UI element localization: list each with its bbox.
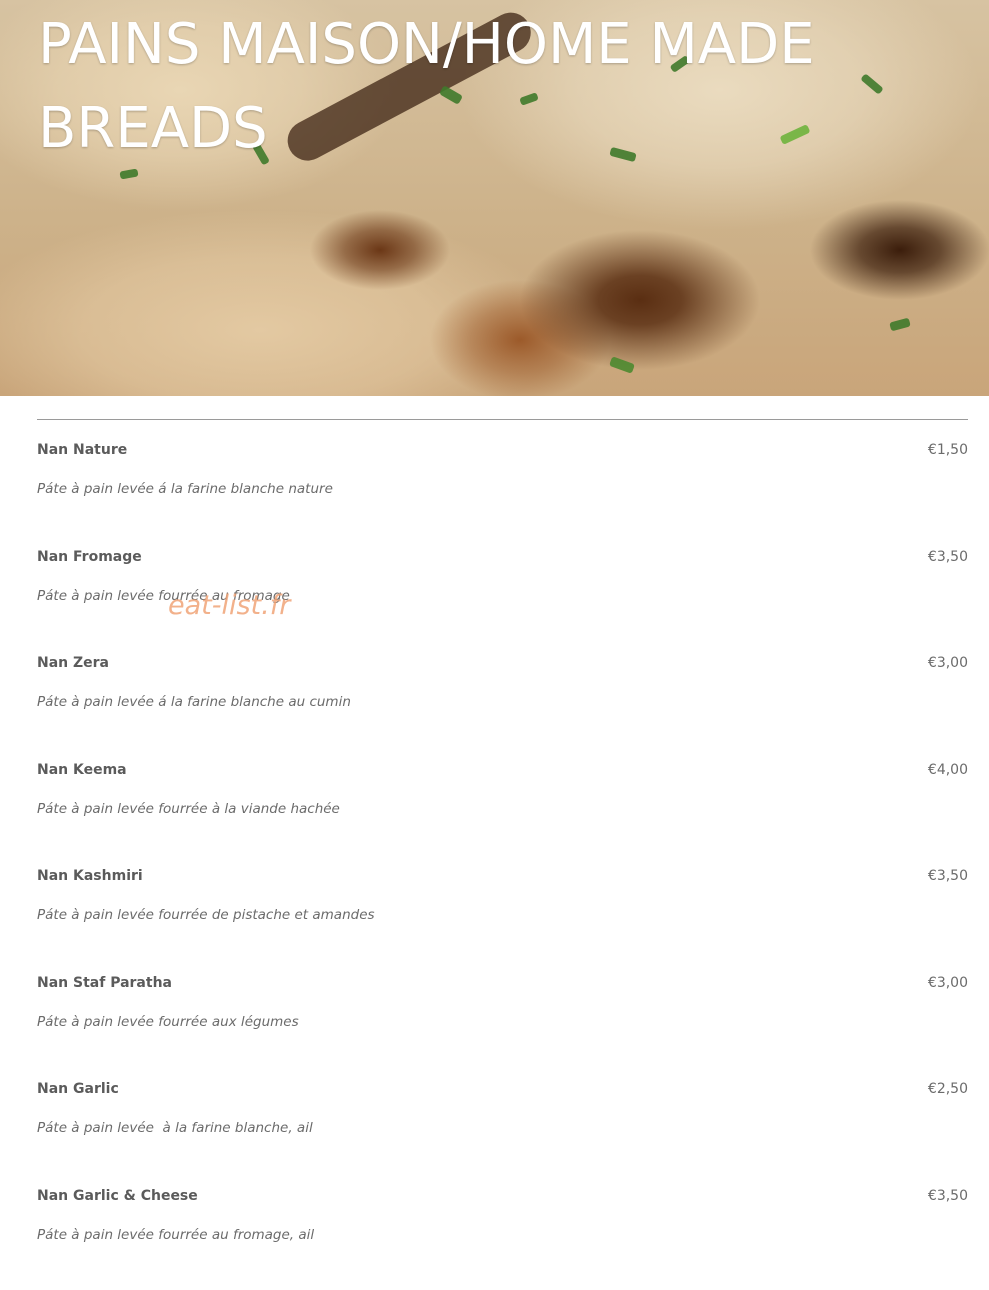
menu-item: Nan Garlic & Cheese €3,50 Páte à pain le…: [37, 1184, 968, 1290]
item-description: Páte à pain levée á la farine blanche na…: [37, 477, 333, 501]
menu-item: Nan Garlic €2,50 Páte à pain levée à la …: [37, 1077, 968, 1184]
item-name: Nan Staf Paratha: [37, 971, 172, 995]
menu-item: Nan Keema €4,00 Páte à pain levée fourré…: [37, 758, 968, 865]
item-name: Nan Garlic & Cheese: [37, 1184, 198, 1208]
item-price: €3,00: [928, 971, 968, 995]
item-name: Nan Kashmiri: [37, 864, 143, 888]
page-title: PAINS MAISON/HOME MADE BREADS: [38, 3, 968, 171]
item-price: €3,00: [928, 651, 968, 675]
hero-banner-image: PAINS MAISON/HOME MADE BREADS: [0, 0, 989, 396]
menu-item: Nan Kashmiri €3,50 Páte à pain levée fou…: [37, 864, 968, 971]
menu-item: Nan Staf Paratha €3,00 Páte à pain levée…: [37, 971, 968, 1078]
herb-garnish: [609, 356, 635, 374]
item-description: Páte à pain levée á la farine blanche au…: [37, 690, 351, 714]
item-price: €3,50: [928, 864, 968, 888]
item-name: Nan Nature: [37, 438, 127, 462]
item-name: Nan Zera: [37, 651, 109, 675]
item-name: Nan Garlic: [37, 1077, 119, 1101]
menu-item: Nan Nature €1,50 Páte à pain levée á la …: [37, 438, 968, 545]
item-price: €4,00: [928, 758, 968, 782]
menu-item: Nan Zera €3,00 Páte à pain levée á la fa…: [37, 651, 968, 758]
item-description: Páte à pain levée fourrée au fromage, ai…: [37, 1223, 314, 1247]
item-description: Páte à pain levée fourrée de pistache et…: [37, 903, 375, 927]
item-description: Páte à pain levée fourrée aux légumes: [37, 1010, 299, 1034]
item-description: Páte à pain levée fourrée à la viande ha…: [37, 797, 340, 821]
menu-list: Nan Nature €1,50 Páte à pain levée á la …: [37, 438, 968, 1290]
item-price: €3,50: [928, 1184, 968, 1208]
item-name: Nan Keema: [37, 758, 127, 782]
item-price: €3,50: [928, 545, 968, 569]
item-description: Páte à pain levée à la farine blanche, a…: [37, 1116, 313, 1140]
item-price: €2,50: [928, 1077, 968, 1101]
section-divider: [37, 419, 968, 420]
item-name: Nan Fromage: [37, 545, 142, 569]
item-price: €1,50: [928, 438, 968, 462]
herb-garnish: [889, 318, 911, 332]
watermark-text: eat-list.fr: [168, 588, 290, 624]
